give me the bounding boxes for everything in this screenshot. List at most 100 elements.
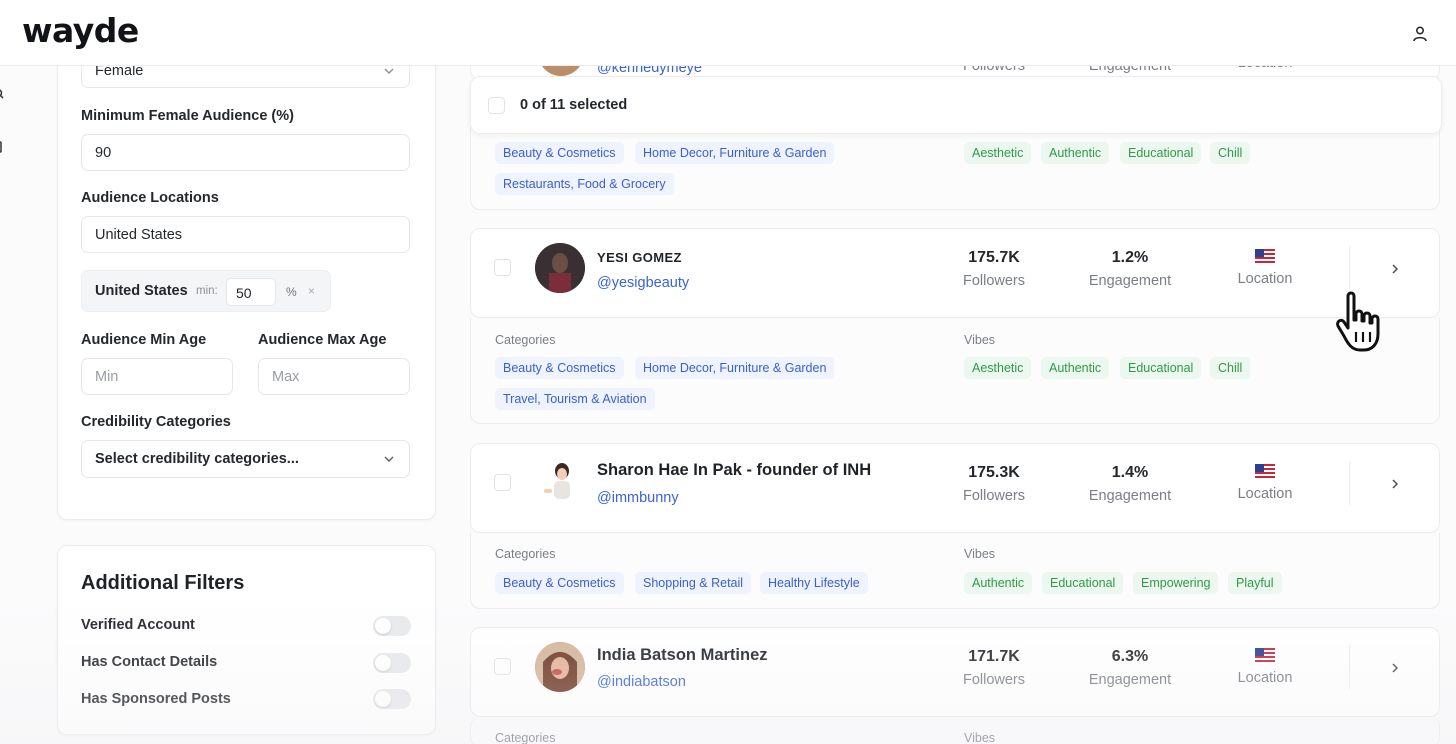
vibe-tag: Authentic	[1041, 357, 1110, 379]
location-label: Location	[1237, 271, 1293, 287]
vibe-tag: Aesthetic	[964, 357, 1032, 379]
influencer-name[interactable]: India Batson Martinez	[597, 646, 768, 665]
chevron-right-icon[interactable]	[1390, 263, 1400, 275]
categories-label: Categories	[495, 547, 556, 561]
vibe-tag: Playful	[1228, 572, 1282, 594]
app-logo[interactable]: wayde	[22, 11, 139, 50]
engagement-label: Engagement	[1088, 672, 1172, 688]
category-tag: Beauty & Cosmetics	[495, 357, 624, 379]
vibes-label: Vibes	[964, 333, 996, 347]
chevron-right-icon[interactable]	[1390, 662, 1400, 674]
min-age-label: Audience Min Age	[81, 332, 207, 348]
category-tag: Home Decor, Furniture & Garden	[635, 357, 835, 379]
followers-value: 171.7K	[968, 648, 1020, 665]
engagement-value: 1.4%	[1111, 464, 1149, 481]
verified-account-label: Verified Account	[81, 617, 195, 633]
engagement-value: 6.3%	[1111, 648, 1149, 665]
location-chip-min-label: min:	[196, 285, 218, 297]
vibe-tag: Educational	[1120, 142, 1202, 164]
vibe-tag: Empowering	[1133, 572, 1219, 594]
min-female-input[interactable]: 90	[81, 134, 410, 171]
chevron-right-icon[interactable]	[1390, 478, 1400, 490]
remove-location-button[interactable]: ×	[308, 284, 315, 298]
location-min-input[interactable]: 50	[226, 278, 276, 306]
vibe-tag: Chill	[1210, 142, 1251, 164]
search-icon[interactable]	[0, 88, 8, 100]
row-checkbox[interactable]	[494, 474, 511, 491]
avatar	[535, 642, 585, 692]
location-label: Location	[1237, 486, 1293, 502]
credibility-label: Credibility Categories	[81, 414, 231, 430]
credibility-select[interactable]: Select credibility categories...	[81, 440, 410, 478]
max-age-input[interactable]: Max	[258, 358, 410, 395]
locations-label: Audience Locations	[81, 190, 219, 206]
followers-value: 175.3K	[968, 464, 1020, 481]
vibe-tag: Authentic	[964, 572, 1033, 594]
vibes-label: Vibes	[964, 731, 996, 744]
min-female-label: Minimum Female Audience (%)	[81, 108, 294, 124]
engagement-label: Engagement	[1088, 273, 1172, 289]
influencer-details	[470, 717, 1440, 744]
categories-label: Categories	[495, 333, 556, 347]
vibe-tag: Chill	[1210, 357, 1251, 379]
category-tag: Beauty & Cosmetics	[495, 572, 624, 594]
chevron-down-icon	[384, 456, 394, 462]
locations-input[interactable]: United States	[81, 216, 410, 253]
divider	[1349, 645, 1350, 689]
influencer-handle[interactable]: @immbunny	[597, 490, 679, 506]
category-tag: Restaurants, Food & Grocery	[495, 173, 674, 195]
category-tag: Beauty & Cosmetics	[495, 142, 624, 164]
avatar	[535, 457, 585, 507]
location-label: Location	[1237, 670, 1293, 686]
contact-details-label: Has Contact Details	[81, 654, 218, 670]
sponsored-posts-toggle[interactable]	[373, 689, 411, 709]
followers-label: Followers	[962, 672, 1026, 688]
us-flag-icon	[1255, 464, 1275, 478]
influencer-handle[interactable]: @yesigbeauty	[597, 275, 689, 291]
chevron-down-icon	[384, 68, 394, 74]
vibe-tag: Authentic	[1041, 142, 1110, 164]
category-tag: Healthy Lifestyle	[760, 572, 868, 594]
avatar	[535, 243, 585, 293]
hand-cursor-icon	[1336, 291, 1380, 352]
divider	[1349, 246, 1350, 290]
category-tag: Travel, Tourism & Aviation	[495, 388, 655, 410]
select-all-checkbox[interactable]	[488, 97, 505, 114]
divider	[1349, 461, 1350, 505]
percent-label: %	[286, 285, 297, 299]
influencer-handle[interactable]: @indiabatson	[597, 674, 686, 690]
list-icon[interactable]	[0, 141, 8, 153]
selection-bar: 0 of 11 selected	[470, 76, 1442, 134]
vibe-tag: Aesthetic	[964, 142, 1032, 164]
followers-value: 175.7K	[968, 249, 1020, 266]
additional-filters-title: Additional Filters	[81, 572, 245, 594]
followers-label: Followers	[962, 488, 1026, 504]
influencer-details-partial	[470, 126, 1440, 210]
categories-label: Categories	[495, 731, 556, 744]
top-bar: wayde	[0, 0, 1456, 66]
vibe-tag: Educational	[1042, 572, 1124, 594]
category-tag: Shopping & Retail	[635, 572, 752, 594]
us-flag-icon	[1255, 648, 1275, 662]
category-tag: Home Decor, Furniture & Garden	[635, 142, 835, 164]
sponsored-posts-label: Has Sponsored Posts	[81, 691, 231, 707]
contact-details-toggle[interactable]	[373, 653, 411, 673]
min-age-input[interactable]: Min	[81, 358, 233, 395]
engagement-value: 1.2%	[1111, 249, 1149, 266]
row-checkbox[interactable]	[494, 658, 511, 675]
vibes-label: Vibes	[964, 547, 996, 561]
row-checkbox[interactable]	[494, 259, 511, 276]
influencer-name[interactable]: Sharon Hae In Pak - founder of INH	[597, 461, 871, 480]
selection-count: 0 of 11 selected	[520, 97, 628, 113]
engagement-label: Engagement	[1088, 488, 1172, 504]
max-age-label: Audience Max Age	[258, 332, 387, 348]
vibe-tag: Educational	[1120, 357, 1202, 379]
user-icon[interactable]	[1410, 24, 1430, 44]
verified-account-toggle[interactable]	[373, 616, 411, 636]
us-flag-icon	[1255, 249, 1275, 263]
influencer-details	[470, 533, 1440, 609]
influencer-name[interactable]: YESI GOMEZ	[597, 250, 682, 265]
location-chip-name: United States	[95, 283, 188, 299]
followers-label: Followers	[962, 273, 1026, 289]
location-chip: United States min: 50 % ×	[81, 270, 331, 312]
